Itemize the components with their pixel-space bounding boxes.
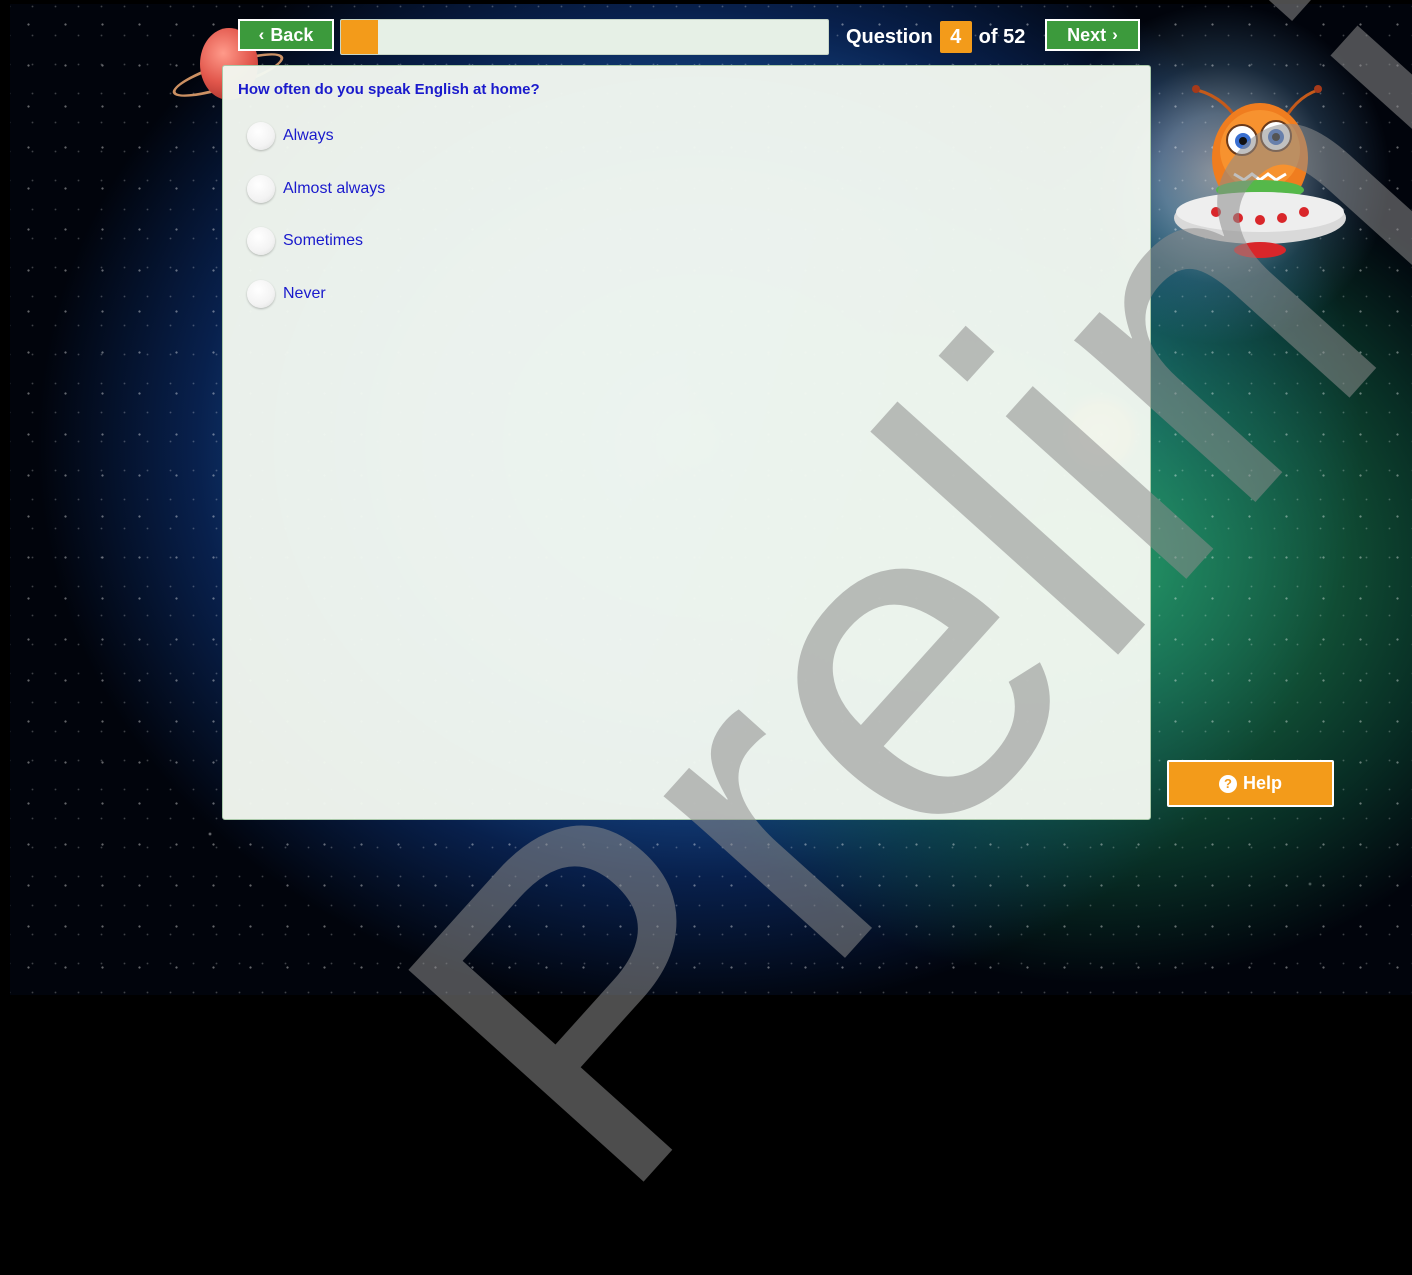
help-button[interactable]: ? Help	[1167, 760, 1334, 807]
progress-fill	[341, 20, 378, 54]
question-panel: How often do you speak English at home? …	[222, 65, 1151, 820]
back-button[interactable]: ‹ Back	[238, 19, 334, 51]
question-counter: Question 4 of 52	[846, 21, 1026, 53]
help-button-label: Help	[1242, 773, 1282, 793]
option-label: Never	[283, 284, 326, 302]
progress-bar	[340, 19, 829, 55]
question-circle-icon: ?	[1218, 774, 1237, 793]
option-label: Sometimes	[283, 232, 364, 249]
option-label: Almost always	[283, 179, 386, 197]
option-almost-always[interactable]: Almost always	[247, 174, 385, 204]
chevron-right-icon: ›	[1112, 25, 1118, 44]
next-button[interactable]: Next ›	[1045, 19, 1140, 51]
current-question-number: 4	[939, 21, 972, 53]
radio-button[interactable]	[247, 279, 275, 308]
alien-mascot-icon	[1174, 85, 1346, 258]
option-sometimes[interactable]: Sometimes	[247, 226, 385, 256]
radio-button[interactable]	[247, 174, 275, 203]
radio-button[interactable]	[247, 227, 275, 255]
answer-options: Always Almost always Sometimes Never	[247, 121, 385, 331]
chevron-left-icon: ‹	[258, 25, 265, 44]
back-button-label: Back	[270, 24, 314, 45]
option-label: Always	[283, 127, 334, 144]
option-never[interactable]: Never	[247, 279, 385, 309]
top-navigation: ‹ Back Question 4 of 52 Next ›	[0, 0, 1412, 60]
next-button-label: Next	[1067, 24, 1107, 45]
question-word: Question	[846, 25, 933, 48]
option-always[interactable]: Always	[247, 121, 385, 151]
radio-button[interactable]	[247, 122, 275, 150]
question-total: of 52	[978, 25, 1026, 48]
question-text: How often do you speak English at home?	[238, 81, 540, 98]
